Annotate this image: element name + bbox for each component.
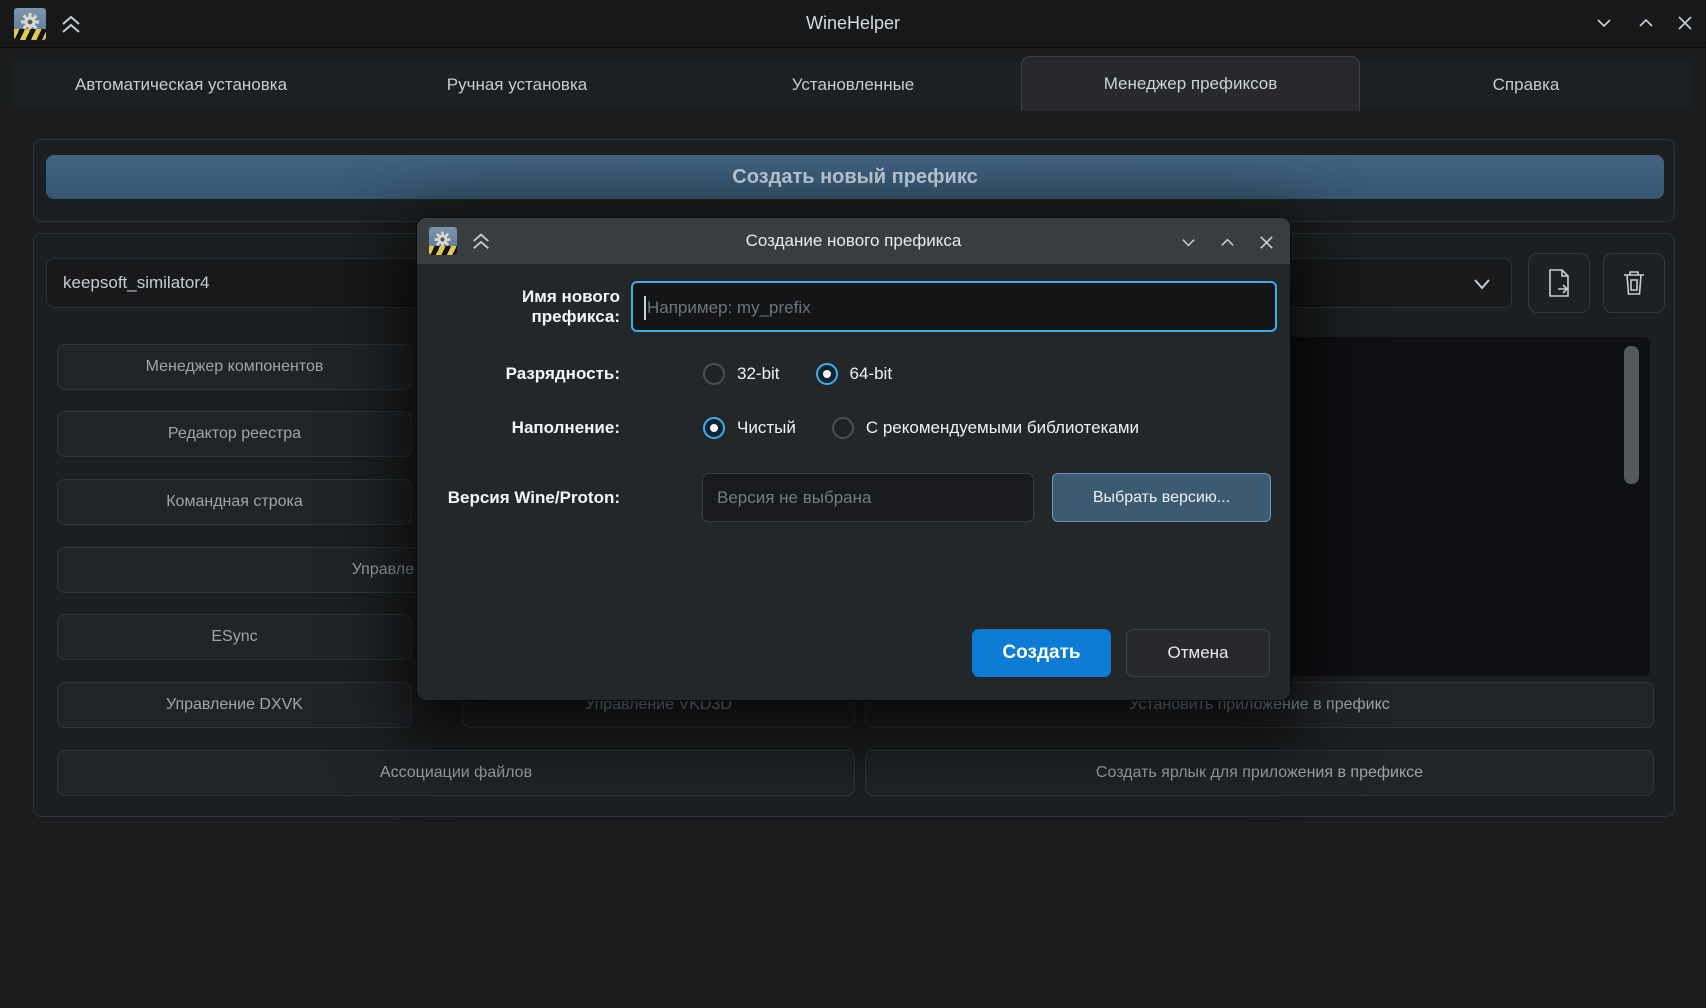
choose-version-button[interactable]: Выбрать версию... (1052, 473, 1271, 522)
fill-row: Наполнение: Чистый С рекомендуемыми библ… (430, 406, 1277, 450)
scroll-to-top-icon[interactable] (58, 13, 84, 40)
tab-bar: Автоматическая установка Ручная установк… (13, 60, 1693, 110)
esync-button[interactable]: ESync (57, 614, 412, 660)
file-associations-button[interactable]: Ассоциации файлов (57, 750, 855, 796)
maximize-icon[interactable] (1633, 10, 1659, 36)
dialog-app-icon (429, 227, 457, 255)
fill-label: Наполнение: (430, 418, 620, 438)
radio-64bit-label[interactable]: 64-bit (850, 364, 893, 384)
create-new-prefix-button[interactable]: Создать новый префикс (46, 155, 1664, 199)
radio-32bit[interactable] (703, 363, 725, 385)
radio-recommended-libs[interactable] (832, 417, 854, 439)
winehelper-window: WineHelper Автоматическая установка Ручн… (0, 0, 1706, 1008)
bitness-row: Разрядность: 32-bit 64-bit (430, 352, 1277, 396)
create-prefix-dialog: Создание нового префикса Имя нового преф… (417, 218, 1290, 700)
scrollbar-thumb[interactable] (1624, 346, 1639, 484)
window-title: WineHelper (0, 0, 1706, 47)
wine-version-row: Версия Wine/Proton: Версия не выбрана Вы… (430, 473, 1277, 522)
tab-auto-install[interactable]: Автоматическая установка (13, 60, 349, 110)
chevron-down-icon (1471, 275, 1493, 293)
radio-32bit-label[interactable]: 32-bit (737, 364, 780, 384)
trash-icon (1620, 268, 1648, 298)
registry-editor-button[interactable]: Редактор реестра (57, 411, 412, 457)
dialog-maximize-icon[interactable] (1214, 229, 1240, 255)
dialog-minimize-icon[interactable] (1175, 229, 1201, 255)
radio-clean[interactable] (703, 417, 725, 439)
tab-manual-install[interactable]: Ручная установка (349, 60, 685, 110)
dialog-close-icon[interactable] (1253, 229, 1279, 255)
radio-clean-label[interactable]: Чистый (737, 418, 796, 438)
tab-help[interactable]: Справка (1358, 60, 1694, 110)
new-prefix-from-file-button[interactable] (1528, 253, 1590, 313)
prefix-name-input-wrap (631, 281, 1277, 332)
hazard-stripes (14, 29, 46, 40)
delete-prefix-button[interactable] (1603, 253, 1665, 313)
create-shortcut-button[interactable]: Создать ярлык для приложения в префиксе (865, 750, 1654, 796)
prefix-name-row: Имя нового префикса: (430, 281, 1277, 332)
tab-prefix-manager[interactable]: Менеджер префиксов (1021, 56, 1360, 111)
dialog-cancel-button[interactable]: Отмена (1126, 629, 1270, 677)
radio-64bit[interactable] (816, 363, 838, 385)
new-file-icon (1544, 267, 1574, 299)
tab-installed[interactable]: Установленные (685, 60, 1021, 110)
radio-recommended-libs-label[interactable]: С рекомендуемыми библиотеками (866, 418, 1139, 438)
app-icon (14, 8, 46, 40)
bitness-label: Разрядность: (430, 364, 620, 384)
hazard-stripes (429, 246, 457, 255)
prefix-select-value: keepsoft_similator4 (63, 273, 209, 293)
components-manager-button[interactable]: Менеджер компонентов (57, 344, 412, 390)
dialog-scroll-to-top-icon[interactable] (469, 231, 493, 256)
minimize-icon[interactable] (1591, 10, 1617, 36)
prefix-name-input[interactable] (645, 286, 1259, 329)
dialog-title: Создание нового префикса (417, 218, 1290, 264)
prefix-name-label: Имя нового префикса: (430, 287, 620, 327)
dialog-create-button[interactable]: Создать (972, 629, 1111, 677)
wine-version-label: Версия Wine/Proton: (430, 488, 620, 508)
wine-version-value: Версия не выбрана (702, 473, 1034, 522)
command-line-button[interactable]: Командная строка (57, 479, 412, 525)
dxvk-manage-button[interactable]: Управление DXVK (57, 682, 412, 728)
close-icon[interactable] (1672, 10, 1698, 36)
